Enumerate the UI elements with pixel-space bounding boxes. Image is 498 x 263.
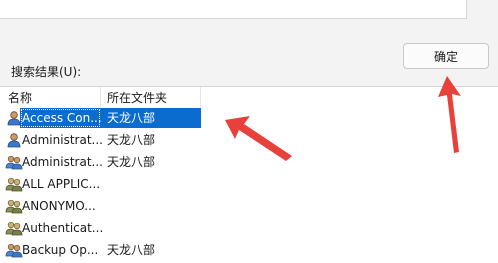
column-divider[interactable] — [100, 87, 101, 107]
result-folder: 天龙八部 — [107, 111, 156, 125]
group-icon — [5, 199, 23, 214]
result-row[interactable]: Administrat... 天龙八部 — [0, 129, 260, 151]
column-divider[interactable] — [200, 87, 201, 107]
result-name: Authenticat... — [22, 221, 102, 235]
result-name: ALL APPLIC... — [22, 177, 101, 191]
result-row[interactable]: ANONYMO... — [0, 195, 260, 217]
result-name: Backup Op... — [22, 243, 99, 257]
object-names-panel — [0, 0, 467, 19]
result-folder: 天龙八部 — [107, 243, 156, 257]
group-icon — [5, 221, 23, 236]
column-header-folder[interactable]: 所在文件夹 — [107, 89, 167, 106]
ok-button[interactable]: 确定 — [403, 43, 489, 69]
group-icon — [5, 177, 23, 192]
search-results-list[interactable]: 名称 所在文件夹 Access Con... 天龙八部 Administrat.… — [0, 86, 498, 263]
focus-rectangle — [21, 109, 100, 127]
result-folder: 天龙八部 — [107, 133, 156, 147]
group-icon — [5, 243, 23, 258]
result-folder: 天龙八部 — [107, 155, 156, 169]
result-row[interactable]: ALL APPLIC... — [0, 173, 260, 195]
result-row[interactable]: Backup Op... 天龙八部 — [0, 239, 260, 261]
result-row[interactable]: Access Con... 天龙八部 — [0, 107, 260, 129]
result-name: Administrat... — [22, 155, 102, 169]
result-row[interactable]: Authenticat... — [0, 217, 260, 239]
group-icon — [5, 155, 23, 170]
search-results-label: 搜索结果(U): — [11, 65, 82, 79]
user-icon — [7, 133, 21, 148]
result-name: ANONYMO... — [22, 199, 96, 213]
result-row[interactable]: Administrat... 天龙八部 — [0, 151, 260, 173]
result-name: Administrat... — [22, 133, 102, 147]
column-header-name[interactable]: 名称 — [8, 89, 32, 106]
